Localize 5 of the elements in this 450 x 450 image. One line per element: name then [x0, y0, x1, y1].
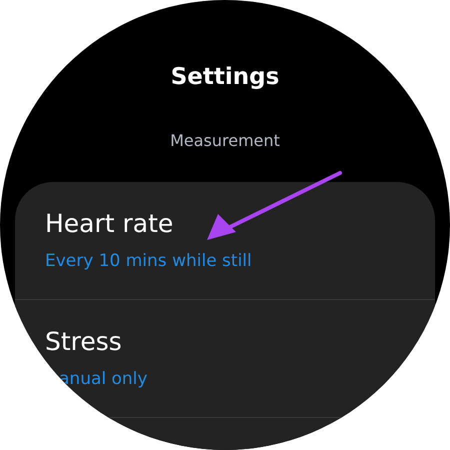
- section-header: Measurement: [170, 130, 280, 152]
- item-label: Stress: [45, 326, 122, 358]
- item-label: Heart rate: [45, 208, 174, 240]
- screen-title: Settings: [170, 63, 280, 92]
- item-value: Every 10 mins while still: [45, 250, 252, 273]
